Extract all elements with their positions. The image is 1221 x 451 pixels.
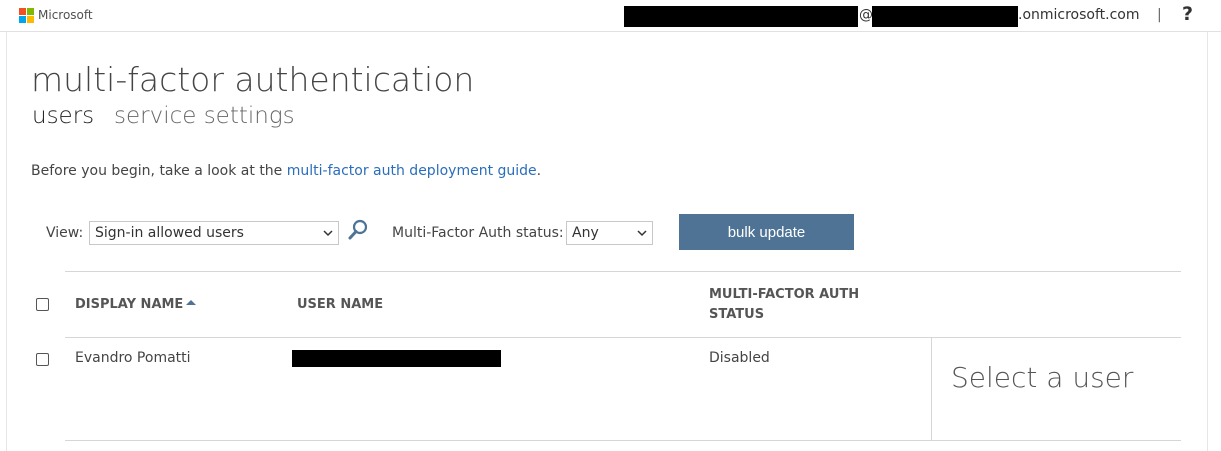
chevron-down-icon xyxy=(637,230,647,237)
help-icon[interactable]: ? xyxy=(1182,3,1193,25)
content-right-border xyxy=(1207,32,1208,451)
view-label: View: xyxy=(46,225,84,241)
detail-panel-placeholder: Select a user xyxy=(951,361,1134,394)
mfa-status-select-value: Any xyxy=(572,225,599,241)
select-all-checkbox[interactable] xyxy=(36,298,49,311)
redacted-account-name xyxy=(624,6,858,27)
bulk-update-button[interactable]: bulk update xyxy=(679,214,854,250)
sort-ascending-icon[interactable] xyxy=(186,300,196,305)
account-domain[interactable]: .onmicrosoft.com xyxy=(1018,7,1140,23)
microsoft-logo-icon xyxy=(19,8,34,23)
content-left-border xyxy=(6,32,7,451)
intro-prefix: Before you begin, take a look at the xyxy=(31,163,287,179)
table-header-border xyxy=(65,337,1181,338)
page-title: multi-factor authentication xyxy=(31,60,475,99)
redacted-tenant-name xyxy=(872,6,1018,27)
detail-panel-divider xyxy=(931,338,932,440)
table-bottom-border xyxy=(65,440,1181,441)
chevron-down-icon xyxy=(323,230,333,237)
account-at-sign: @ xyxy=(859,7,873,23)
cell-mfa-status: Disabled xyxy=(709,350,770,366)
view-select-value: Sign-in allowed users xyxy=(95,225,244,241)
view-select[interactable]: Sign-in allowed users xyxy=(89,221,339,245)
header-separator: | xyxy=(1157,7,1162,23)
column-header-mfa-status-line2[interactable]: STATUS xyxy=(709,305,764,325)
redacted-user-name xyxy=(292,350,501,367)
tab-users[interactable]: users xyxy=(32,103,94,129)
column-header-mfa-status-line1[interactable]: MULTI-FACTOR AUTH xyxy=(709,285,859,305)
intro-text: Before you begin, take a look at the mul… xyxy=(31,163,541,179)
mfa-status-label: Multi-Factor Auth status: xyxy=(392,225,564,241)
search-icon[interactable] xyxy=(347,219,369,241)
intro-end: . xyxy=(536,163,542,179)
tab-service-settings[interactable]: service settings xyxy=(114,103,295,129)
row-checkbox[interactable] xyxy=(36,353,49,366)
table-top-border xyxy=(65,271,1181,272)
column-header-display-name[interactable]: DISPLAY NAME xyxy=(75,295,183,315)
top-bar: Microsoft @ .onmicrosoft.com | ? xyxy=(0,0,1221,32)
mfa-status-select[interactable]: Any xyxy=(566,221,653,245)
cell-display-name: Evandro Pomatti xyxy=(75,350,191,366)
column-header-user-name[interactable]: USER NAME xyxy=(297,295,383,315)
brand-name: Microsoft xyxy=(38,8,93,22)
deployment-guide-link[interactable]: multi-factor auth deployment guide xyxy=(287,163,537,179)
